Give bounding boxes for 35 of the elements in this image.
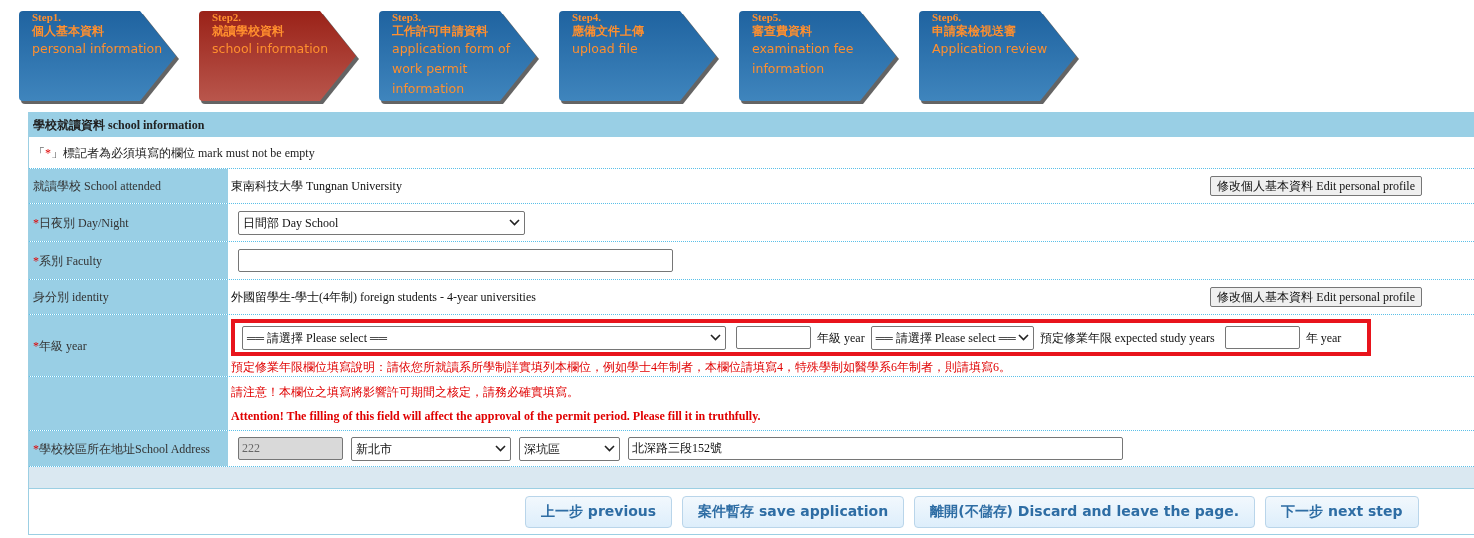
chevron-down-icon — [1017, 334, 1029, 341]
field-label: *系別 Faculty — [33, 252, 102, 270]
dropdown[interactable]: 深坑區 — [519, 436, 620, 461]
field-label: *日夜別 Day/Night — [33, 214, 129, 232]
edit-profile-button[interactable]: 修改個人基本資料 Edit personal profile — [1210, 287, 1422, 307]
field-label: 年級 year — [817, 329, 865, 347]
field-label: 身分別 identity — [33, 289, 109, 306]
dropdown[interactable]: 日間部 Day School — [238, 210, 525, 235]
input-field[interactable]: 北深路三段152號 — [628, 437, 1123, 460]
dropdown[interactable]: 新北市 — [351, 436, 511, 461]
dropdown[interactable]: ══ 請選擇 Please select ══ — [870, 325, 1034, 350]
section-header: 學校就讀資料 school information — [29, 112, 1474, 137]
nav-button[interactable]: 下一步 next step — [1265, 495, 1419, 528]
chevron-down-icon — [710, 334, 721, 341]
nav-button[interactable]: 上一步 previous — [525, 495, 673, 528]
warning-text: Attention! The filling of this field will affect the approval of the permit period. Please fill it in truthfully. — [231, 408, 762, 423]
field-label: 年 year — [1305, 329, 1342, 347]
input-field[interactable] — [736, 326, 811, 349]
input-field[interactable] — [238, 249, 673, 272]
dropdown[interactable]: ══ 請選擇 Please select ══ — [242, 325, 726, 350]
field-value: 外國留學生-學士(4年制) foreign students - 4-year universities — [231, 289, 536, 306]
edit-profile-button[interactable]: 修改個人基本資料 Edit personal profile — [1210, 176, 1422, 196]
chevron-down-icon — [509, 219, 520, 226]
nav-button[interactable]: 案件暫存 save application — [682, 495, 905, 528]
nav-button[interactable]: 離開(不儲存) Discard and leave the page. — [914, 495, 1256, 528]
field-value: 東南科技大學 Tungnan University — [231, 178, 402, 195]
hint-text: 預定修業年限欄位填寫說明：請依您所就讀系所學制詳實填列本欄位，例如學士4年制者，本欄位請填寫4，特殊學制如醫學系6年制者，則請填寫6。 — [231, 359, 1012, 376]
chevron-down-icon — [604, 445, 615, 452]
input-field[interactable] — [1224, 326, 1300, 349]
field-label: *學校校區所在地址School Address — [33, 440, 210, 458]
field-label: *年級 year — [33, 337, 87, 355]
field-label: 預定修業年限 expected study years — [1039, 329, 1215, 347]
chevron-down-icon — [495, 445, 506, 452]
field-label: 就讀學校 School attended — [33, 178, 161, 195]
warning-text: 請注意！本欄位之填寫將影響許可期間之核定，請務必確實填寫。 — [231, 384, 580, 399]
